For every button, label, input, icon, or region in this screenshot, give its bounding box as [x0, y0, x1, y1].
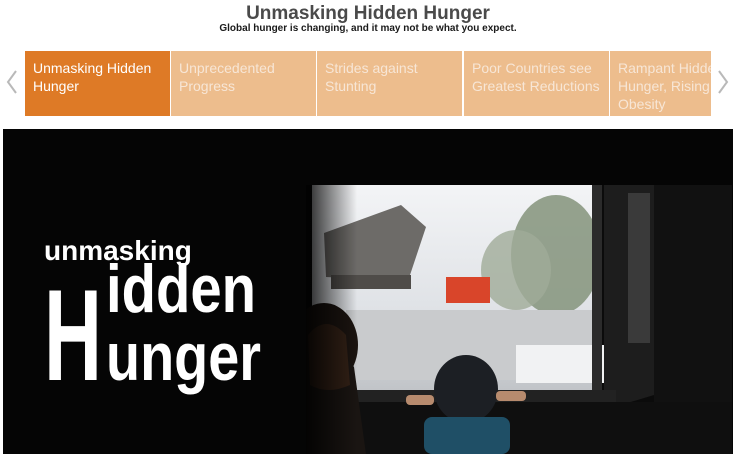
page-subtitle: Global hunger is changing, and it may no… [219, 23, 517, 34]
logo-letter-h: H [44, 262, 102, 408]
tab-label: Unprecedented Progress [179, 60, 275, 94]
tab-label: Poor Countries see Greatest Reductions [472, 60, 600, 94]
carousel-next-button[interactable] [716, 68, 730, 96]
hidden-hunger-logo: unmasking H idden unger [44, 230, 274, 420]
chevron-right-icon [718, 70, 729, 94]
tab-label: Unmasking Hidden Hunger [33, 60, 152, 94]
story-tabs: Unmasking Hidden Hunger Unprecedented Pr… [25, 51, 711, 116]
carousel-prev-button[interactable] [5, 68, 19, 96]
tab-label: Strides against Stunting [325, 60, 418, 94]
tab-unmasking-hidden-hunger[interactable]: Unmasking Hidden Hunger [25, 51, 170, 116]
logo-word-idden: idden [106, 251, 256, 327]
tab-strides-against-stunting[interactable]: Strides against Stunting [317, 51, 462, 116]
tab-unprecedented-progress[interactable]: Unprecedented Progress [171, 51, 316, 116]
chevron-left-icon [6, 70, 17, 94]
tab-rampant-hidden-hunger[interactable]: Rampant Hidden Hunger, Rising Obesity [610, 51, 711, 116]
logo-word-unger: unger [106, 319, 261, 395]
tab-label: Rampant Hidden Hunger, Rising Obesity [618, 60, 711, 112]
tab-poor-countries[interactable]: Poor Countries see Greatest Reductions [464, 51, 609, 116]
page-title: Unmasking Hidden Hunger [246, 3, 490, 24]
hero-photo-children-at-window [306, 185, 732, 454]
